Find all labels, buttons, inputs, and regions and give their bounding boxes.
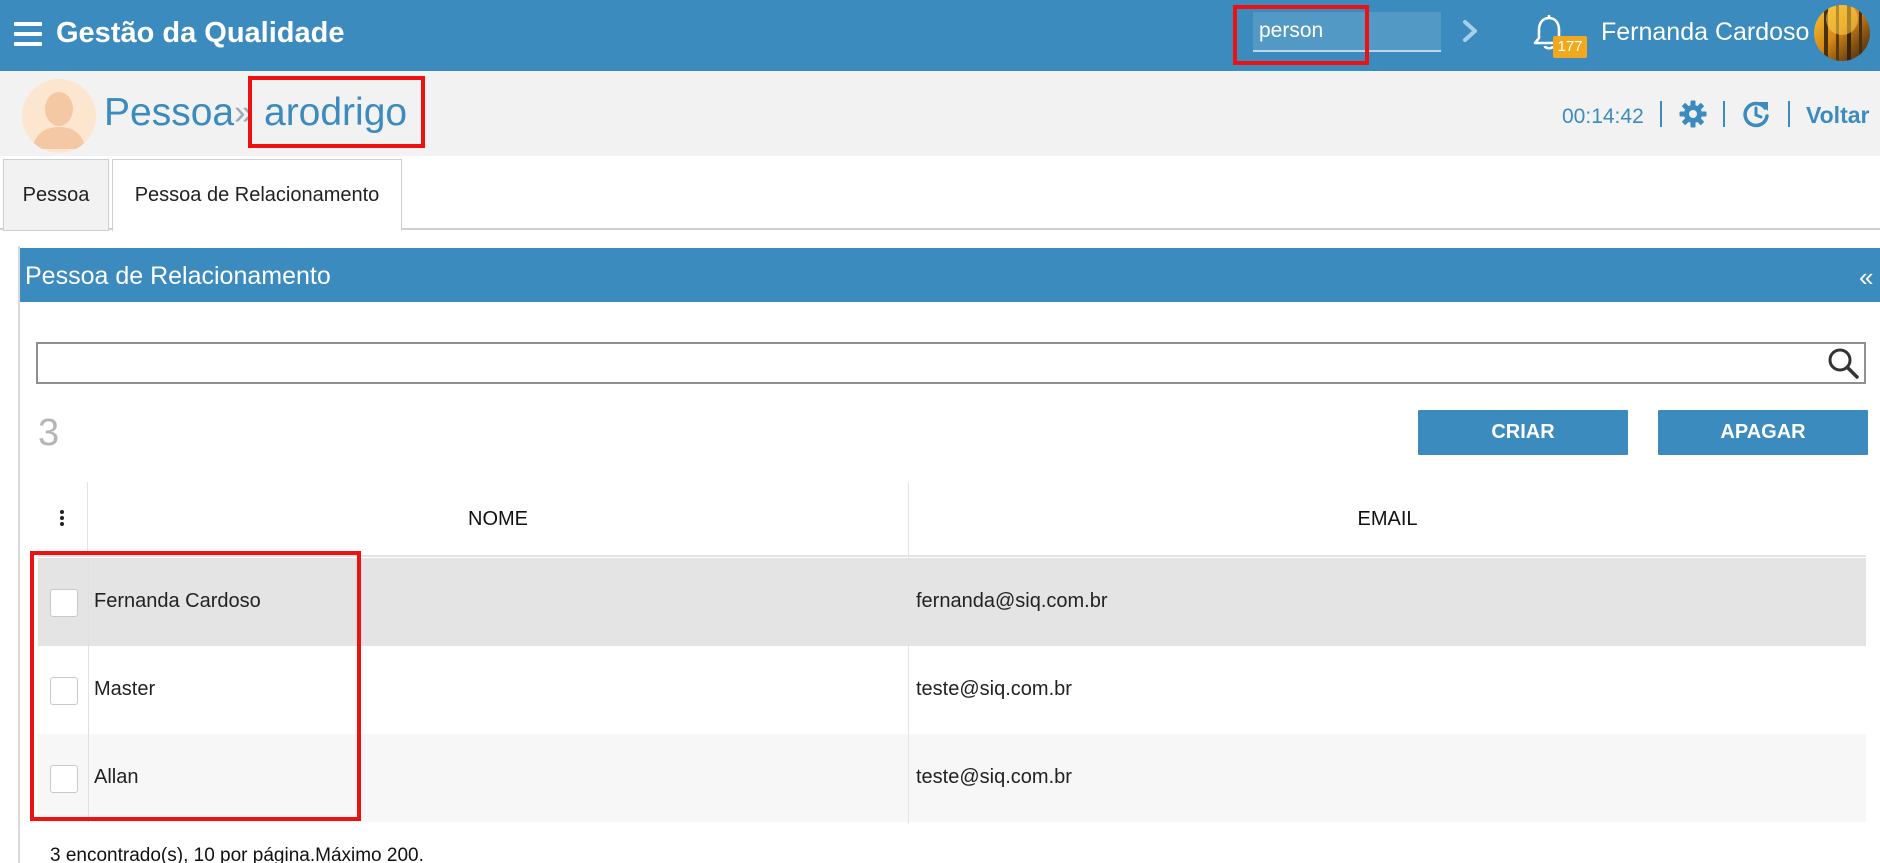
vertical-dots-icon[interactable]	[38, 482, 88, 557]
toolbar-divider	[1723, 101, 1725, 127]
app-title: Gestão da Qualidade	[56, 17, 345, 49]
tab-pessoa-de-relacionamento[interactable]: Pessoa de Relacionamento	[112, 159, 402, 232]
refresh-icon[interactable]	[1741, 99, 1771, 129]
column-header-nome[interactable]: NOME	[88, 508, 908, 531]
gear-icon[interactable]	[1679, 100, 1707, 128]
table-row[interactable]: Master teste@siq.com.br	[38, 646, 1866, 734]
breadcrumb-separator: »	[234, 93, 254, 132]
cell-name: Allan	[94, 766, 139, 788]
toolbar-divider	[1660, 101, 1662, 127]
create-button[interactable]: CRIAR	[1418, 410, 1628, 455]
cell-name: Master	[94, 678, 156, 700]
cell-email: teste@siq.com.br	[916, 678, 1072, 700]
user-avatar[interactable]	[1814, 5, 1870, 61]
session-timer: 00:14:42	[1562, 105, 1644, 128]
toolbar-divider	[1788, 101, 1790, 127]
notification-badge: 177	[1553, 36, 1587, 58]
cell-divider	[88, 646, 89, 734]
chevron-right-icon[interactable]	[1458, 16, 1482, 46]
person-avatar	[22, 79, 96, 153]
back-link[interactable]: Voltar	[1806, 102, 1869, 129]
collapse-icon[interactable]: «	[1859, 262, 1873, 293]
delete-button[interactable]: APAGAR	[1658, 410, 1868, 455]
hamburger-menu-icon[interactable]	[14, 22, 42, 46]
search-input[interactable]	[36, 342, 1866, 384]
user-name[interactable]: Fernanda Cardoso	[1601, 18, 1809, 47]
cell-divider	[88, 734, 89, 822]
breadcrumb-current: arodrigo	[264, 91, 408, 134]
cell-name: Fernanda Cardoso	[94, 590, 261, 612]
table-row[interactable]: Allan teste@siq.com.br	[38, 734, 1866, 822]
tab-pessoa[interactable]: Pessoa	[3, 159, 109, 231]
search-icon[interactable]	[1826, 346, 1860, 380]
cell-divider	[88, 558, 89, 646]
column-header-email[interactable]: EMAIL	[909, 508, 1866, 531]
pagination-info: 3 encontrado(s), 10 por página.Máximo 20…	[50, 845, 424, 863]
cell-email: teste@siq.com.br	[916, 766, 1072, 788]
panel-title: Pessoa de Relacionamento	[25, 262, 331, 290]
row-checkbox[interactable]	[50, 589, 78, 617]
tab-bar: Pessoa Pessoa de Relacionamento	[0, 156, 1880, 232]
row-checkbox[interactable]	[50, 765, 78, 793]
cell-email: fernanda@siq.com.br	[916, 590, 1108, 612]
row-checkbox[interactable]	[50, 677, 78, 705]
global-search-input[interactable]	[1253, 12, 1441, 52]
breadcrumb-root[interactable]: Pessoa	[104, 91, 234, 135]
table-row[interactable]: Fernanda Cardoso fernanda@siq.com.br	[38, 558, 1866, 646]
column-divider	[908, 482, 909, 824]
result-count: 3	[38, 412, 60, 454]
top-bar: Gestão da Qualidade 177 Fernanda Cardoso	[0, 0, 1880, 71]
